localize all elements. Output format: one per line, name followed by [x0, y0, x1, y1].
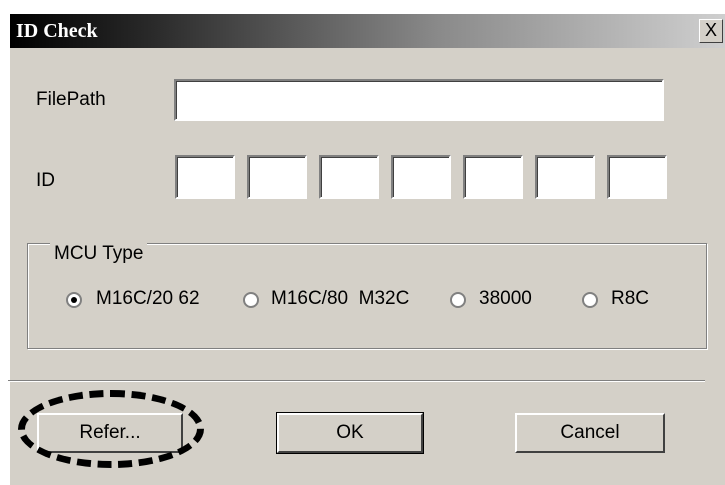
radio-m16c-20-62[interactable] [66, 292, 82, 308]
id-box-7[interactable] [607, 155, 667, 199]
radio-label-r8c[interactable]: R8C [611, 288, 649, 310]
id-box-4[interactable] [391, 155, 451, 199]
id-box-3[interactable] [319, 155, 379, 199]
separator [8, 380, 705, 382]
filepath-input[interactable] [174, 79, 664, 121]
ok-button[interactable]: OK [276, 412, 424, 454]
mcu-type-legend: MCU Type [50, 243, 148, 265]
radio-38000[interactable] [450, 292, 466, 308]
radio-r8c[interactable] [582, 292, 598, 308]
refer-button[interactable]: Refer... [37, 413, 183, 453]
id-box-6[interactable] [535, 155, 595, 199]
title-bar: ID Check X [10, 14, 725, 48]
id-box-1[interactable] [175, 155, 235, 199]
cancel-button[interactable]: Cancel [515, 413, 665, 453]
radio-m16c-80-m32c[interactable] [243, 292, 259, 308]
id-box-5[interactable] [463, 155, 523, 199]
window-title: ID Check [16, 20, 98, 42]
radio-label-38000[interactable]: 38000 [479, 288, 532, 310]
radio-label-m16c-80-m32c[interactable]: M16C/80 M32C [271, 288, 409, 310]
radio-label-m16c-20-62[interactable]: M16C/20 62 [96, 288, 200, 310]
id-box-2[interactable] [247, 155, 307, 199]
close-button[interactable]: X [699, 19, 723, 43]
close-icon: X [704, 20, 717, 40]
id-label: ID [36, 170, 55, 191]
radio-selected-dot [71, 297, 77, 303]
filepath-label: FilePath [36, 89, 106, 110]
